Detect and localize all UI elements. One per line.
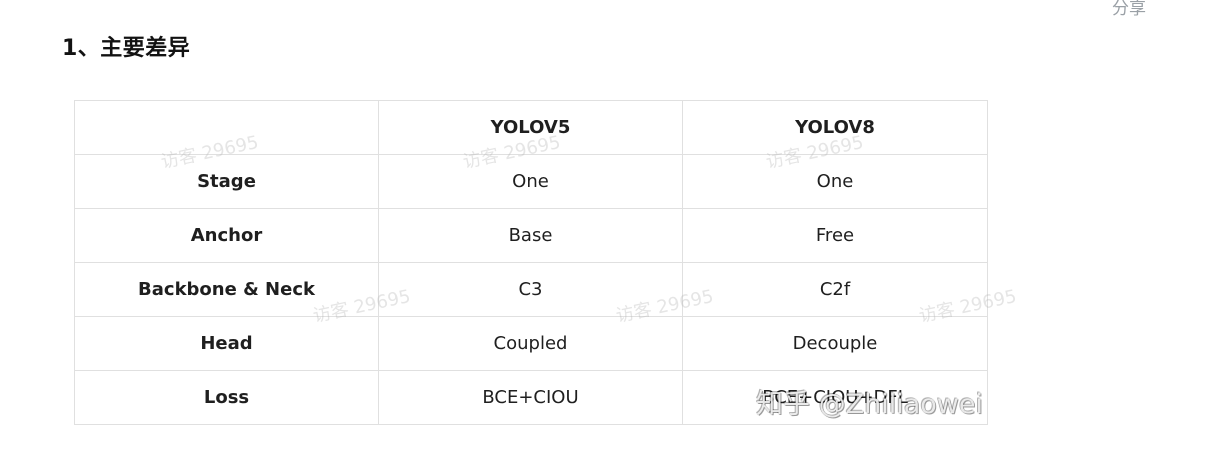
- table-row: Stage One One: [74, 154, 988, 209]
- section-heading: 1、主要差异: [62, 36, 191, 61]
- yolov5-cell: Base: [378, 208, 683, 263]
- yolov8-cell: One: [682, 154, 988, 209]
- table-header-yolov8: YOLOV8: [682, 100, 988, 155]
- yolov5-cell: Coupled: [378, 316, 683, 371]
- row-label: Loss: [74, 370, 379, 425]
- yolov8-cell: BCE+CIOU+DFL: [682, 370, 988, 425]
- row-label: Anchor: [74, 208, 379, 263]
- comparison-table: YOLOV5 YOLOV8 Stage One One Anchor Base …: [74, 100, 988, 425]
- yolov5-cell: C3: [378, 262, 683, 317]
- yolov5-cell: One: [378, 154, 683, 209]
- table-row: Head Coupled Decouple: [74, 316, 988, 371]
- table-row: Backbone & Neck C3 C2f: [74, 262, 988, 317]
- table-header-row: YOLOV5 YOLOV8: [74, 100, 988, 155]
- table-header-empty: [74, 100, 379, 155]
- table-header-yolov5: YOLOV5: [378, 100, 683, 155]
- table-row: Anchor Base Free: [74, 208, 988, 263]
- yolov8-cell: Free: [682, 208, 988, 263]
- yolov8-cell: Decouple: [682, 316, 988, 371]
- yolov5-cell: BCE+CIOU: [378, 370, 683, 425]
- yolov8-cell: C2f: [682, 262, 988, 317]
- row-label: Head: [74, 316, 379, 371]
- table-row: Loss BCE+CIOU BCE+CIOU+DFL: [74, 370, 988, 425]
- row-label: Backbone & Neck: [74, 262, 379, 317]
- share-link[interactable]: 分享: [1112, 0, 1146, 19]
- row-label: Stage: [74, 154, 379, 209]
